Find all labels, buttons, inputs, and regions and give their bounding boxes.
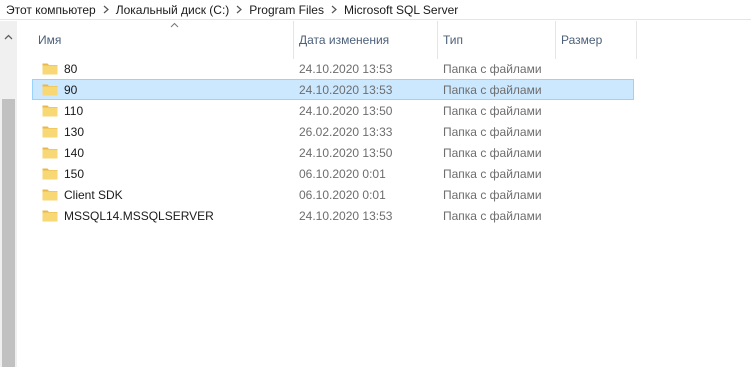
file-name-cell: 140 <box>42 143 84 162</box>
file-name: 140 <box>64 145 85 160</box>
file-name: 90 <box>64 82 78 97</box>
file-row[interactable]: 80 24.10.2020 13:53 Папка с файлами <box>32 58 634 79</box>
file-name: Client SDK <box>64 187 123 202</box>
column-header-type-label: Тип <box>443 33 464 47</box>
file-name-cell: MSSQL14.MSSQLSERVER <box>42 206 214 225</box>
file-date: 24.10.2020 13:50 <box>299 103 393 118</box>
file-date: 24.10.2020 13:53 <box>299 82 393 97</box>
column-header-name[interactable]: Имя <box>32 21 294 59</box>
column-header-type[interactable]: Тип <box>438 21 556 59</box>
file-name-cell: 90 <box>42 80 77 99</box>
folder-icon <box>42 188 58 201</box>
breadcrumb: Этот компьютер Локальный диск (C:) Progr… <box>0 0 751 20</box>
file-type: Папка с файлами <box>443 166 542 181</box>
chevron-right-icon[interactable] <box>103 5 109 14</box>
file-type: Папка с файлами <box>443 145 542 160</box>
file-name: 130 <box>64 124 85 139</box>
sort-up-icon <box>170 20 179 31</box>
file-name-cell: 150 <box>42 164 84 183</box>
column-header-date[interactable]: Дата изменения <box>294 21 438 59</box>
file-name: 80 <box>64 61 78 76</box>
scroll-up-arrow-icon[interactable] <box>0 29 17 45</box>
file-name-cell: Client SDK <box>42 185 123 204</box>
file-name-cell: 130 <box>42 122 84 141</box>
file-name: 150 <box>64 166 85 181</box>
folder-icon <box>42 167 58 180</box>
folder-icon <box>42 209 58 222</box>
file-row[interactable]: Client SDK 06.10.2020 0:01 Папка с файлами <box>32 184 634 205</box>
file-type: Папка с файлами <box>443 82 542 97</box>
file-name-cell: 80 <box>42 59 77 78</box>
file-row[interactable]: 150 06.10.2020 0:01 Папка с файлами <box>32 163 634 184</box>
file-date: 24.10.2020 13:53 <box>299 61 393 76</box>
file-name: MSSQL14.MSSQLSERVER <box>64 208 214 223</box>
file-date: 24.10.2020 13:53 <box>299 208 393 223</box>
file-row[interactable]: 140 24.10.2020 13:50 Папка с файлами <box>32 142 634 163</box>
file-date: 24.10.2020 13:50 <box>299 145 393 160</box>
breadcrumb-item-program-files[interactable]: Program Files <box>249 3 324 17</box>
file-row[interactable]: 130 26.02.2020 13:33 Папка с файлами <box>32 121 634 142</box>
chevron-right-icon[interactable] <box>236 5 243 14</box>
file-date: 06.10.2020 0:01 <box>299 187 386 202</box>
file-type: Папка с файлами <box>443 187 542 202</box>
file-type: Папка с файлами <box>443 208 542 223</box>
column-header-name-label: Имя <box>38 33 62 47</box>
folder-icon <box>42 104 58 117</box>
breadcrumb-item-this-pc[interactable]: Этот компьютер <box>6 3 96 17</box>
folder-icon <box>42 125 58 138</box>
column-header-date-label: Дата изменения <box>299 33 390 47</box>
file-date: 06.10.2020 0:01 <box>299 166 386 181</box>
breadcrumb-item-local-disk[interactable]: Локальный диск (C:) <box>116 3 230 17</box>
file-row[interactable]: 110 24.10.2020 13:50 Папка с файлами <box>32 100 634 121</box>
file-row[interactable]: MSSQL14.MSSQLSERVER 24.10.2020 13:53 Папка… <box>32 205 634 226</box>
file-type: Папка с файлами <box>443 124 542 139</box>
folder-icon <box>42 146 58 159</box>
scrollbar-thumb[interactable] <box>2 99 15 367</box>
breadcrumb-item-microsoft-sql-server[interactable]: Microsoft SQL Server <box>344 3 458 17</box>
file-name: 110 <box>64 103 84 118</box>
column-header-size[interactable]: Размер <box>556 21 637 59</box>
file-row[interactable]: 90 24.10.2020 13:53 Папка с файлами <box>32 79 634 100</box>
vertical-scrollbar[interactable] <box>0 21 17 367</box>
folder-icon <box>42 83 58 96</box>
chevron-right-icon[interactable] <box>331 5 337 14</box>
column-header: Имя Дата изменения Тип Размер <box>18 21 751 59</box>
file-date: 26.02.2020 13:33 <box>299 124 393 139</box>
file-name-cell: 110 <box>42 101 83 120</box>
file-type: Папка с файлами <box>443 103 542 118</box>
folder-icon <box>42 62 58 75</box>
file-type: Папка с файлами <box>443 61 542 76</box>
column-header-size-label: Размер <box>561 33 603 47</box>
